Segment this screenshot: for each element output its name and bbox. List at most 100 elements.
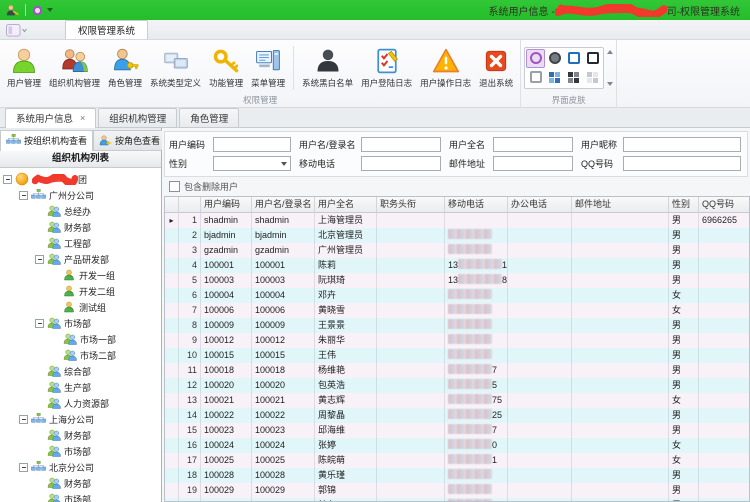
ribbon-button-doc-check[interactable]: 用户登陆日志 xyxy=(358,45,415,90)
skin-quick-access-icon[interactable] xyxy=(32,5,43,16)
tree-node[interactable]: 测试组 xyxy=(0,299,161,315)
column-header[interactable]: 性别 xyxy=(669,197,699,212)
skin-square-gray[interactable] xyxy=(526,68,545,87)
tree-node[interactable]: 上海分公司 xyxy=(0,411,161,427)
chevron-down-icon[interactable] xyxy=(47,8,53,12)
table-row[interactable]: 9100012100012朱丽华男 xyxy=(165,333,749,348)
table-row[interactable]: 8100009100009王景景男 xyxy=(165,318,749,333)
expander-icon[interactable] xyxy=(19,463,28,472)
include-deleted-checkbox[interactable] xyxy=(169,181,180,192)
tree-node[interactable]: 人力资源部 xyxy=(0,395,161,411)
column-header[interactable]: 邮件地址 xyxy=(572,197,669,212)
table-row[interactable]: 3gzadmingzadmin广州管理员男 xyxy=(165,243,749,258)
table-row[interactable]: ▸1shadminshadmin上海管理员男6966265 xyxy=(165,213,749,228)
skin-grid-light[interactable] xyxy=(583,68,602,87)
skin-square-black[interactable] xyxy=(583,49,602,68)
ribbon-button-user-green[interactable]: 用户管理 xyxy=(4,45,44,90)
table-row[interactable]: 15100023100023邱海维7男 xyxy=(165,423,749,438)
table-row[interactable]: 5100003100003阮琪琦1380男 xyxy=(165,273,749,288)
table-row[interactable]: 19100029100029郭锦男 xyxy=(165,483,749,498)
dropdown-caret-icon[interactable] xyxy=(281,162,287,166)
close-tab-icon[interactable]: × xyxy=(80,114,85,123)
table-row[interactable]: 6100004100004邓卉女 xyxy=(165,288,749,303)
expander-icon[interactable] xyxy=(19,191,28,200)
tree-node[interactable]: 市场部 xyxy=(0,491,161,502)
ribbon-button-exit[interactable]: 退出系统 xyxy=(476,45,516,90)
search-input[interactable] xyxy=(361,156,441,171)
table-row[interactable]: 14100022100022周黎晶25男 xyxy=(165,408,749,423)
tree-node[interactable]: 开发二组 xyxy=(0,283,161,299)
tree-node[interactable]: 总经办 xyxy=(0,203,161,219)
tree-node[interactable]: 产品研发部 xyxy=(0,251,161,267)
doc-tab-2[interactable]: 角色管理 xyxy=(179,108,239,127)
search-input[interactable] xyxy=(213,137,291,152)
column-header[interactable] xyxy=(165,197,179,212)
skin-square-blue[interactable] xyxy=(564,49,583,68)
skin-grid-blue[interactable] xyxy=(545,68,564,87)
search-input[interactable] xyxy=(361,137,441,152)
tree-node[interactable]: 市场部 xyxy=(0,315,161,331)
table-row[interactable]: 11100018100018杨维艳7男 xyxy=(165,363,749,378)
table-row[interactable]: 7100006100006黄晓雪女 xyxy=(165,303,749,318)
table-row[interactable]: 16100024100024张婷0女 xyxy=(165,438,749,453)
column-header[interactable]: 用户编码 xyxy=(201,197,252,212)
table-row[interactable]: 10100015100015王伟男 xyxy=(165,348,749,363)
expander-icon[interactable] xyxy=(35,255,44,264)
search-input[interactable] xyxy=(623,156,741,171)
tree-node[interactable]: 工程部 xyxy=(0,235,161,251)
tree-node[interactable]: 综合部 xyxy=(0,363,161,379)
skin-circle-dark[interactable] xyxy=(545,49,564,68)
tree-node[interactable]: 北京分公司 xyxy=(0,459,161,475)
column-header[interactable] xyxy=(179,197,201,212)
gender-select[interactable] xyxy=(213,156,291,171)
expander-icon[interactable] xyxy=(19,415,28,424)
table-row[interactable]: 18100028100028黄乐瑾男 xyxy=(165,468,749,483)
search-input[interactable] xyxy=(493,156,573,171)
column-header[interactable]: 用户全名 xyxy=(315,197,377,212)
search-input[interactable] xyxy=(623,137,741,152)
ribbon-button-user-dark[interactable]: 系统黑白名单 xyxy=(299,45,356,90)
tree-node[interactable]: 财务部 xyxy=(0,427,161,443)
doc-tab-1[interactable]: 组织机构管理 xyxy=(98,108,177,127)
view-tab-1[interactable]: 按角色查看 xyxy=(93,130,166,150)
tree-node[interactable]: 市场部 xyxy=(0,443,161,459)
ribbon-button-users-org[interactable]: 组织机构管理 xyxy=(46,45,103,90)
doc-tab-0[interactable]: 系统用户信息× xyxy=(5,108,96,128)
column-header[interactable]: 职务头衔 xyxy=(377,197,445,212)
tree-node[interactable]: 财务部 xyxy=(0,219,161,235)
tree-node[interactable]: 财务部 xyxy=(0,475,161,491)
table-row[interactable]: 13100021100021黄志辉75女 xyxy=(165,393,749,408)
table-row[interactable]: 20100030100030韩冬3男 xyxy=(165,498,749,502)
gallery-scroll-up-icon[interactable] xyxy=(607,50,613,54)
expander-icon[interactable] xyxy=(35,319,44,328)
ribbon-button-monitors[interactable]: 系统类型定义 xyxy=(147,45,204,90)
column-header[interactable]: 办公电话 xyxy=(508,197,572,212)
expander-icon[interactable] xyxy=(3,175,12,184)
table-row[interactable]: 2bjadminbjadmin北京管理员男 xyxy=(165,228,749,243)
skin-circle-purple[interactable] xyxy=(526,49,545,68)
ribbon-button-warning[interactable]: 用户操作日志 xyxy=(417,45,474,90)
ribbon-tab[interactable]: 权限管理系统 xyxy=(65,20,148,39)
tree-node[interactable]: 市场一部 xyxy=(0,331,161,347)
tree-node[interactable]: 开发一组 xyxy=(0,267,161,283)
ribbon-button-key[interactable]: 功能管理 xyxy=(206,45,246,90)
gender-select-input[interactable] xyxy=(213,156,291,171)
ribbon-button-menu-computer[interactable]: 菜单管理 xyxy=(248,45,288,90)
column-header[interactable]: 移动电话 xyxy=(445,197,508,212)
search-input[interactable] xyxy=(493,137,573,152)
table-row[interactable]: 17100025100025陈皖萌1女 xyxy=(165,453,749,468)
column-header[interactable]: QQ号码 xyxy=(699,197,749,212)
window-menu-icon[interactable] xyxy=(6,24,27,37)
tree-node[interactable]: 市场二部 xyxy=(0,347,161,363)
gallery-scroll-down-icon[interactable] xyxy=(607,82,613,86)
redacted-mobile xyxy=(458,274,502,284)
skin-grid-dark[interactable] xyxy=(564,68,583,87)
tree-node[interactable]: 广州分公司 xyxy=(0,187,161,203)
table-row[interactable]: 12100020100020包英浩5男 xyxy=(165,378,749,393)
tree-node[interactable]: 生产部 xyxy=(0,379,161,395)
view-tab-0[interactable]: 按组织机构查看 xyxy=(0,130,93,151)
tree-node[interactable]: 团 xyxy=(0,171,161,187)
table-row[interactable]: 4100001100001陈莉13123男 xyxy=(165,258,749,273)
ribbon-button-user-key[interactable]: 角色管理 xyxy=(105,45,145,90)
column-header[interactable]: 用户名/登录名 xyxy=(252,197,315,212)
